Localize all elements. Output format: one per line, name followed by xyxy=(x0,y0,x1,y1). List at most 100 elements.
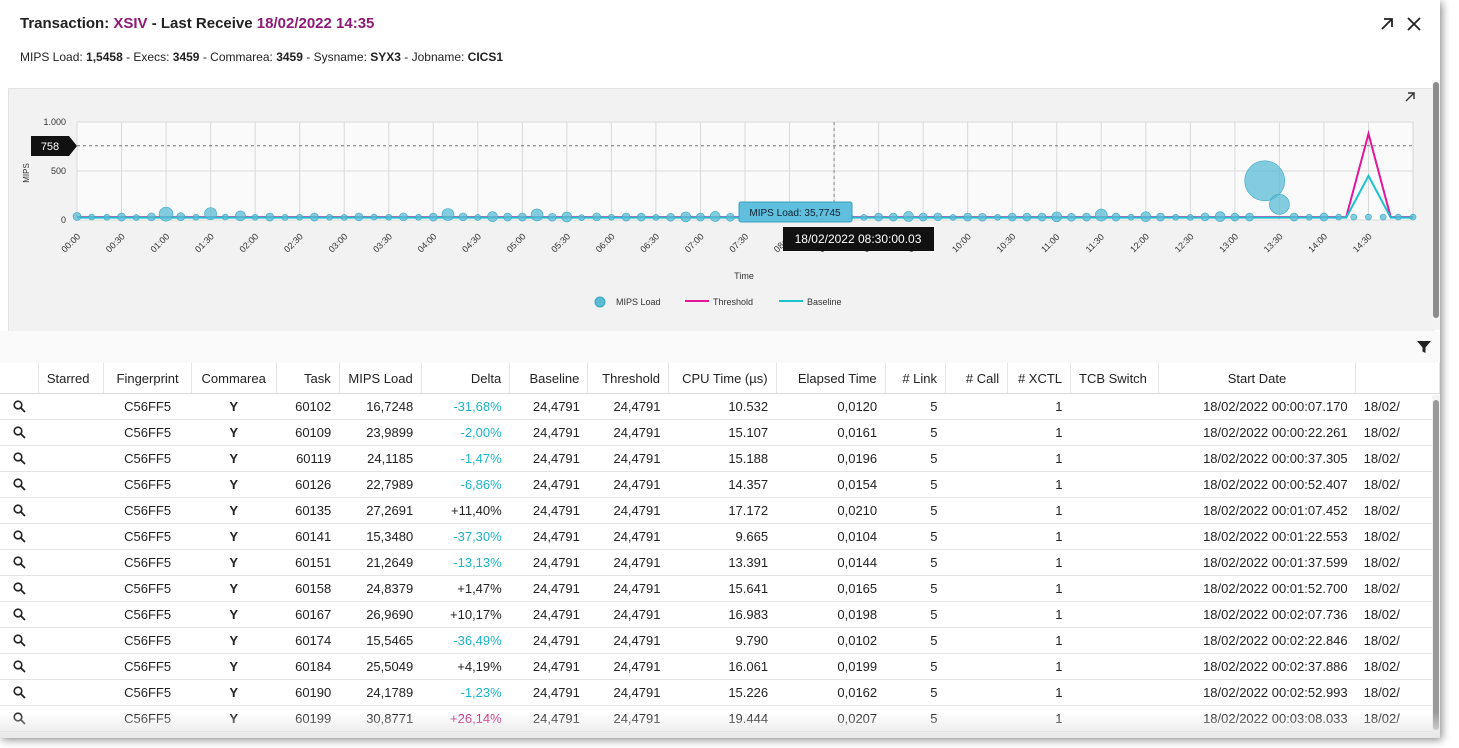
table-row[interactable]: C56FF5 Y 60102 16,7248 -31,68% 24,4791 24,4791… xyxy=(0,393,1440,420)
search-icon[interactable] xyxy=(13,582,26,595)
row-search-cell[interactable] xyxy=(0,705,39,732)
row-search-cell[interactable] xyxy=(0,523,39,550)
starred-cell[interactable] xyxy=(38,523,104,550)
column-header[interactable] xyxy=(1355,363,1440,394)
y-axis-label: MIPS xyxy=(22,163,31,183)
mips-point xyxy=(918,212,928,222)
mips-chart: 00:00 00:30 01:00 01:30 02:00 02:30 03:00 03:30… xyxy=(8,88,1434,333)
row-search-cell[interactable] xyxy=(0,445,39,472)
starred-cell[interactable] xyxy=(38,679,104,706)
search-icon[interactable] xyxy=(13,608,26,621)
task-cell: 60126 xyxy=(276,471,340,498)
search-icon[interactable] xyxy=(13,452,26,465)
starred-cell[interactable] xyxy=(38,419,104,446)
column-header[interactable]: TCB Switch xyxy=(1070,363,1159,394)
table-row[interactable]: C56FF5 Y 60174 15,5465 -36,49% 24,4791 24,4791… xyxy=(0,627,1440,654)
fingerprint-cell: C56FF5 xyxy=(103,679,192,706)
row-search-cell[interactable] xyxy=(0,497,39,524)
panel-scrollbar-thumb[interactable] xyxy=(1433,82,1439,318)
xctl-count-cell: 1 xyxy=(1007,393,1071,420)
mips-point xyxy=(963,212,972,222)
column-header[interactable]: # Link xyxy=(885,363,947,394)
table-row[interactable]: C56FF5 Y 60109 23,9899 -2,00% 24,4791 24,4791 1… xyxy=(0,419,1440,446)
column-header[interactable]: MIPS Load xyxy=(339,363,422,394)
start-date-cell: 18/02/2022 00:03:08.033 xyxy=(1158,705,1356,732)
starred-cell[interactable] xyxy=(38,549,104,576)
column-header[interactable]: Task xyxy=(276,363,340,394)
row-search-cell[interactable] xyxy=(0,419,39,446)
row-search-cell[interactable] xyxy=(0,575,39,602)
row-search-cell[interactable] xyxy=(0,653,39,680)
column-header[interactable]: CPU Time (µs) xyxy=(668,363,777,394)
delta-cell: -1,47% xyxy=(421,445,510,472)
x-tick-label: 00:00 xyxy=(59,231,82,254)
row-search-cell[interactable] xyxy=(0,549,39,576)
row-search-cell[interactable] xyxy=(0,471,39,498)
row-search-cell[interactable] xyxy=(0,393,39,420)
column-header[interactable]: Fingerprint xyxy=(103,363,192,394)
task-cell: 60199 xyxy=(276,705,340,732)
mips-point xyxy=(1409,213,1417,221)
cpu-time-cell: 16.061 xyxy=(668,653,777,680)
filter-button[interactable] xyxy=(1414,337,1434,357)
starred-cell[interactable] xyxy=(38,497,104,524)
table-row[interactable]: C56FF5 Y 60151 21,2649 -13,13% 24,4791 24,4791… xyxy=(0,549,1440,576)
table-row[interactable]: C56FF5 Y 60119 24,1185 -1,47% 24,4791 24,4791 1… xyxy=(0,445,1440,472)
table-row[interactable]: C56FF5 Y 60141 15,3480 -37,30% 24,4791 24,4791… xyxy=(0,523,1440,550)
row-search-cell[interactable] xyxy=(0,627,39,654)
search-icon[interactable] xyxy=(13,504,26,517)
column-header[interactable]: Starred xyxy=(38,363,105,394)
mips-point xyxy=(696,212,705,222)
search-icon[interactable] xyxy=(13,556,26,569)
start-date-cell: 18/02/2022 00:01:22.553 xyxy=(1158,523,1356,550)
expand-button[interactable] xyxy=(1377,14,1397,34)
row-search-cell[interactable] xyxy=(0,601,39,628)
table-row[interactable]: C56FF5 Y 60135 27,2691 +11,40% 24,4791 24,4791… xyxy=(0,497,1440,524)
column-header[interactable] xyxy=(0,363,39,394)
column-header[interactable]: Commarea xyxy=(191,363,277,394)
search-icon[interactable] xyxy=(13,426,26,439)
starred-cell[interactable] xyxy=(38,445,104,472)
tcb-switch-cell xyxy=(1070,653,1159,680)
mips-point xyxy=(72,212,82,221)
column-header[interactable]: Delta xyxy=(421,363,511,394)
table-row[interactable]: C56FF5 Y 60167 26,9690 +10,17% 24,4791 24,4791… xyxy=(0,601,1440,628)
call-count-cell xyxy=(945,679,1008,706)
column-header[interactable]: Threshold xyxy=(587,363,669,394)
close-button[interactable] xyxy=(1404,14,1424,34)
column-header[interactable]: Start Date xyxy=(1158,363,1357,394)
column-header[interactable]: # Call xyxy=(945,363,1009,394)
search-icon[interactable] xyxy=(13,478,26,491)
starred-cell[interactable] xyxy=(38,627,104,654)
x-tick-label: 03:00 xyxy=(327,231,350,254)
starred-cell[interactable] xyxy=(38,705,104,732)
search-icon[interactable] xyxy=(13,530,26,543)
search-icon[interactable] xyxy=(13,660,26,673)
starred-cell[interactable] xyxy=(38,653,104,680)
table-scrollbar-thumb[interactable] xyxy=(1433,400,1439,730)
column-header[interactable]: Elapsed Time xyxy=(776,363,886,394)
column-header[interactable]: # XCTL xyxy=(1007,363,1072,394)
task-cell: 60135 xyxy=(276,497,340,524)
summary-label: Execs: xyxy=(133,50,173,64)
row-search-cell[interactable] xyxy=(0,679,39,706)
table-row[interactable]: C56FF5 Y 60126 22,7989 -6,86% 24,4791 24,4791 1… xyxy=(0,471,1440,498)
table-row[interactable]: C56FF5 Y 60184 25,5049 +4,19% 24,4791 24,4791 1… xyxy=(0,653,1440,680)
x-tick-label: 03:30 xyxy=(371,231,394,254)
search-icon[interactable] xyxy=(13,400,26,413)
starred-cell[interactable] xyxy=(38,471,104,498)
search-icon[interactable] xyxy=(13,634,26,647)
table-row[interactable]: C56FF5 Y 60190 24,1789 -1,23% 24,4791 24,4791 1… xyxy=(0,679,1440,706)
starred-cell[interactable] xyxy=(38,575,104,602)
search-icon[interactable] xyxy=(13,686,26,699)
starred-cell[interactable] xyxy=(38,393,104,420)
chart-expand-button[interactable] xyxy=(1404,91,1424,111)
delta-cell: -1,23% xyxy=(421,679,510,706)
x-tick-label: 02:00 xyxy=(237,231,260,254)
search-icon[interactable] xyxy=(13,712,26,725)
table-row[interactable]: C56FF5 Y 60158 24,8379 +1,47% 24,4791 24,4791 1… xyxy=(0,575,1440,602)
column-header[interactable]: Baseline xyxy=(509,363,589,394)
table-row[interactable]: C56FF5 Y 60199 30,8771 +26,14% 24,4791 24,4791… xyxy=(0,705,1440,732)
commarea-cell: Y xyxy=(191,471,277,498)
starred-cell[interactable] xyxy=(38,601,104,628)
